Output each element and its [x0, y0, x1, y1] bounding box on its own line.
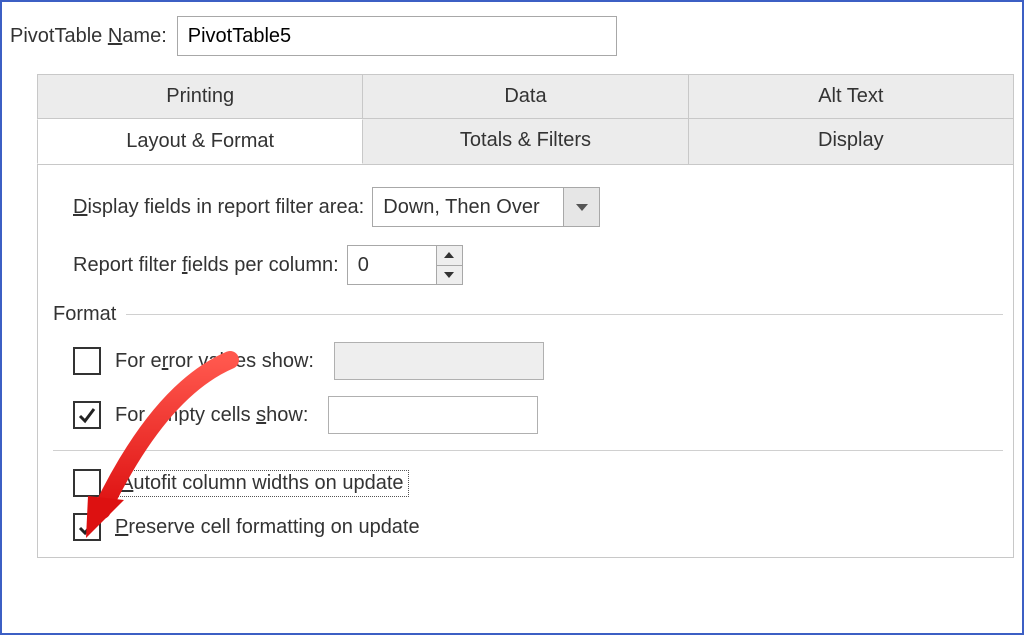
error-values-input [334, 342, 544, 380]
display-fields-combo[interactable]: Down, Then Over [372, 187, 600, 227]
filter-fields-spin-up[interactable] [437, 246, 462, 266]
filter-fields-row: Report filter fields per column: 0 [73, 245, 1003, 285]
display-fields-row: Display fields in report filter area: Do… [73, 187, 1003, 227]
filter-fields-spinner[interactable]: 0 [347, 245, 463, 285]
format-group-label: Format [53, 303, 1003, 326]
tab-data[interactable]: Data [363, 74, 688, 119]
empty-cells-checkbox[interactable] [73, 401, 101, 429]
separator-line [53, 450, 1003, 451]
filter-fields-value[interactable]: 0 [348, 246, 436, 284]
arrow-down-icon [444, 272, 454, 278]
tab-row-top: Printing Data Alt Text [37, 74, 1014, 119]
preserve-label: Preserve cell formatting on update [115, 516, 420, 539]
empty-cells-label: For empty cells show: [115, 404, 308, 427]
filter-fields-spin-down[interactable] [437, 266, 462, 285]
empty-cells-row: For empty cells show: [73, 396, 1003, 434]
pivottable-name-input[interactable] [177, 16, 617, 56]
tab-display[interactable]: Display [689, 119, 1014, 164]
format-group-text: Format [53, 303, 116, 326]
tab-printing[interactable]: Printing [37, 74, 363, 119]
autofit-checkbox[interactable] [73, 469, 101, 497]
autofit-label: Autofit column widths on update [115, 470, 409, 497]
options-tabs: Printing Data Alt Text Layout & Format T… [37, 74, 1014, 558]
tab-row-bottom: Layout & Format Totals & Filters Display [37, 119, 1014, 165]
display-fields-label: Display fields in report filter area: [73, 196, 364, 219]
empty-cells-input[interactable] [328, 396, 538, 434]
error-values-label: For error values show: [115, 350, 314, 373]
preserve-row: Preserve cell formatting on update [73, 513, 1003, 541]
preserve-checkbox[interactable] [73, 513, 101, 541]
tab-alt-text[interactable]: Alt Text [689, 74, 1014, 119]
display-fields-drop-button[interactable] [563, 188, 599, 226]
tab-content-layout-format: Display fields in report filter area: Do… [37, 165, 1014, 558]
arrow-up-icon [444, 252, 454, 258]
display-fields-value: Down, Then Over [373, 188, 563, 226]
error-values-checkbox[interactable] [73, 347, 101, 375]
pivottable-name-label: PivotTable Name: [10, 25, 167, 48]
pivottable-name-row: PivotTable Name: [2, 6, 1022, 74]
tab-layout-format[interactable]: Layout & Format [37, 119, 363, 164]
filter-fields-label: Report filter fields per column: [73, 254, 339, 277]
autofit-row: Autofit column widths on update [73, 469, 1003, 497]
error-values-row: For error values show: [73, 342, 1003, 380]
group-separator [126, 314, 1003, 315]
tab-totals-filters[interactable]: Totals & Filters [363, 119, 688, 164]
chevron-down-icon [576, 204, 588, 211]
